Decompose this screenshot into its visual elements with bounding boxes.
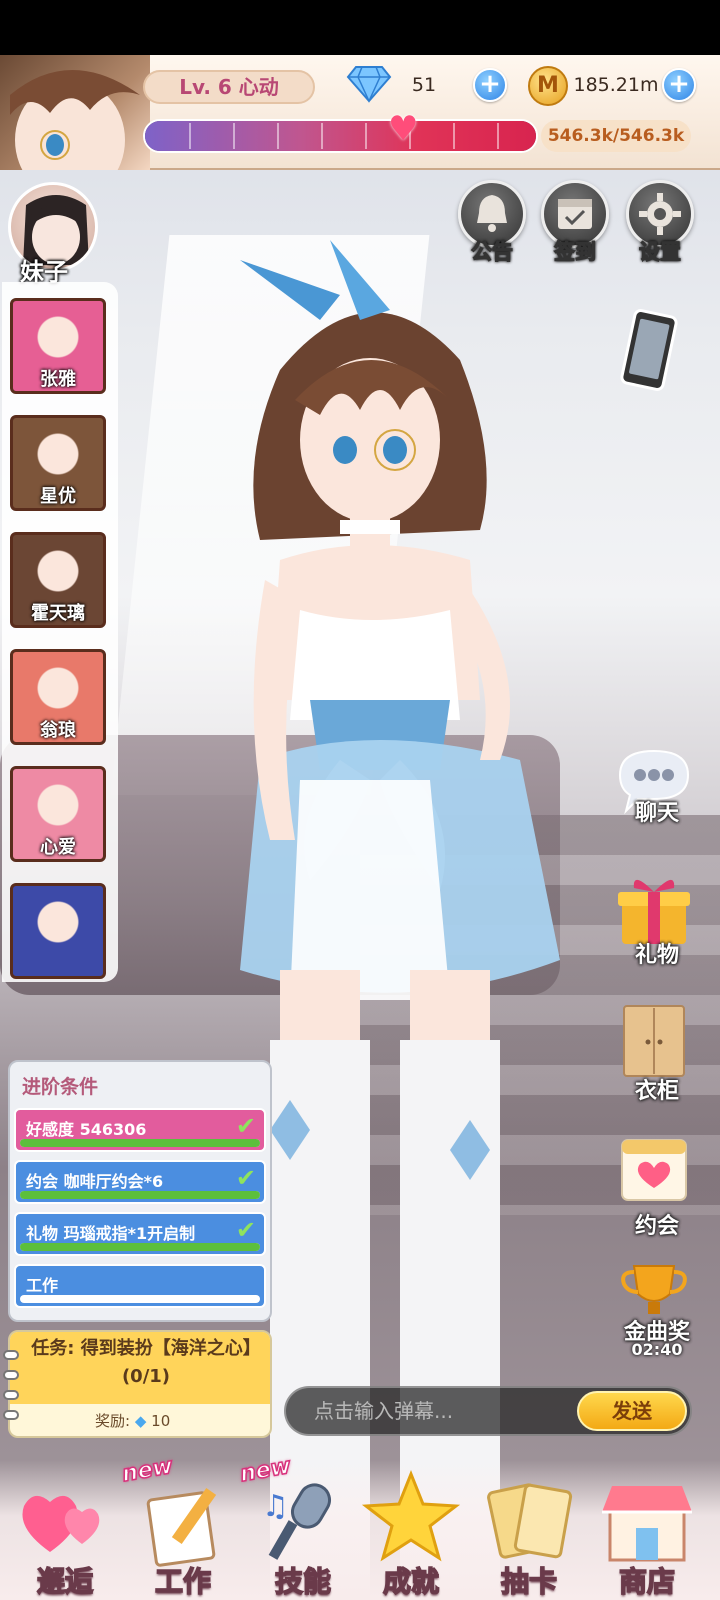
requirement-text: 礼物 玛瑙戒指*1开启制 <box>26 1224 196 1243</box>
checkmark-icon: ✔ <box>235 1112 256 1140</box>
nav-achievement-label: 成就 <box>382 1564 440 1599</box>
date-label: 约会 <box>634 1214 679 1239</box>
phone-icon <box>620 309 678 391</box>
phone-button[interactable] <box>614 305 684 395</box>
add-diamonds-button[interactable]: + <box>473 68 507 102</box>
diamond-icon <box>346 63 392 103</box>
requirement-progress-bar <box>20 1295 260 1303</box>
add-coins-button[interactable]: + <box>662 68 696 102</box>
roster-item[interactable]: 星优 <box>10 415 106 511</box>
task-reward-label: 奖励: <box>95 1412 131 1430</box>
date-calendar-icon <box>621 1139 687 1201</box>
chat-label: 聊天 <box>634 801 679 826</box>
level-badge: Lv. 6 心动 <box>143 70 315 104</box>
requirement-progress-bar <box>20 1191 260 1199</box>
gift-label: 礼物 <box>634 943 679 968</box>
task-description: 任务: 得到装扮【海洋之心】(0/1) <box>31 1338 261 1387</box>
send-button[interactable]: 发送 <box>577 1391 687 1431</box>
requirement-progress-fill <box>20 1243 260 1251</box>
nav-skill-label: 技能 <box>274 1564 332 1599</box>
affection-progress-text: 546.3k/546.3k <box>541 120 691 152</box>
date-button[interactable] <box>612 1130 696 1214</box>
coin-count: 185.21m <box>573 74 659 96</box>
requirement-text: 工作 <box>26 1276 59 1295</box>
checkin-label: 签到 <box>554 240 597 265</box>
wardrobe-label: 衣柜 <box>634 1079 679 1104</box>
heart-icon: ♥ <box>388 109 419 149</box>
nav-work-label: 工作 <box>154 1564 212 1599</box>
requirement-row[interactable]: 约会 咖啡厅约会*6 ✔ <box>14 1160 266 1204</box>
requirements-title: 进阶条件 <box>22 1076 99 1098</box>
requirement-row[interactable]: 好感度 546306 ✔ <box>14 1108 266 1152</box>
roster-item-label: 翁琅 <box>40 720 76 741</box>
requirement-row[interactable]: 工作 <box>14 1264 266 1308</box>
requirement-progress-fill <box>20 1139 260 1147</box>
roster-item[interactable] <box>10 883 106 979</box>
diamond-count: 51 <box>411 74 437 96</box>
status-bar-area <box>0 0 720 55</box>
affection-progress-fill <box>145 121 536 151</box>
wardrobe-button[interactable] <box>612 1000 696 1084</box>
roster-item[interactable]: 翁琅 <box>10 649 106 745</box>
award-timer: 02:40 <box>631 1340 683 1359</box>
diamond-icon: ◆ <box>134 1412 147 1430</box>
hearts-icon <box>22 1495 100 1552</box>
coin-icon: M <box>528 66 568 106</box>
shop-icon <box>602 1486 692 1562</box>
requirement-progress-bar <box>20 1243 260 1251</box>
cards-icon <box>487 1483 573 1559</box>
requirement-progress-bar <box>20 1139 260 1147</box>
nav-encounter[interactable]: 邂逅 <box>10 1462 120 1600</box>
task-reward-value: 10 <box>151 1412 171 1430</box>
requirement-progress-fill <box>20 1191 260 1199</box>
star-icon <box>361 1469 461 1562</box>
task-reward: 奖励: ◆ 10 <box>95 1410 170 1431</box>
announcement-label: 公告 <box>471 240 514 265</box>
requirement-text: 约会 咖啡厅约会*6 <box>26 1172 164 1191</box>
roster-item-label: 张雅 <box>40 369 76 390</box>
requirement-row[interactable]: 礼物 玛瑙戒指*1开启制 ✔ <box>14 1212 266 1256</box>
roster-item[interactable]: 张雅 <box>10 298 106 394</box>
checkmark-icon: ✔ <box>235 1164 256 1192</box>
heroine-avatar[interactable] <box>0 55 150 170</box>
nav-gacha[interactable]: 抽卡 <box>474 1462 584 1600</box>
requirement-text: 好感度 546306 <box>26 1120 147 1139</box>
wardrobe-icon <box>623 1005 685 1077</box>
settings-label: 设置 <box>639 240 682 265</box>
affection-progress-bar <box>143 119 538 153</box>
roster-item[interactable]: 心爱 <box>10 766 106 862</box>
roster-item-label: 星优 <box>40 486 76 507</box>
nav-achievement[interactable]: 成就 <box>356 1462 466 1600</box>
nav-encounter-label: 邂逅 <box>36 1564 94 1599</box>
roster-item-label: 霍天璃 <box>31 603 85 624</box>
checkmark-icon: ✔ <box>235 1216 256 1244</box>
nav-shop-label: 商店 <box>618 1564 676 1599</box>
nav-shop[interactable]: 商店 <box>592 1462 702 1600</box>
svg-text:♫: ♫ <box>262 1489 289 1524</box>
nav-gacha-label: 抽卡 <box>500 1564 558 1599</box>
danmaku-input[interactable] <box>314 1393 574 1429</box>
roster-item-label: 心爱 <box>40 837 76 858</box>
roster-item[interactable]: 霍天璃 <box>10 532 106 628</box>
